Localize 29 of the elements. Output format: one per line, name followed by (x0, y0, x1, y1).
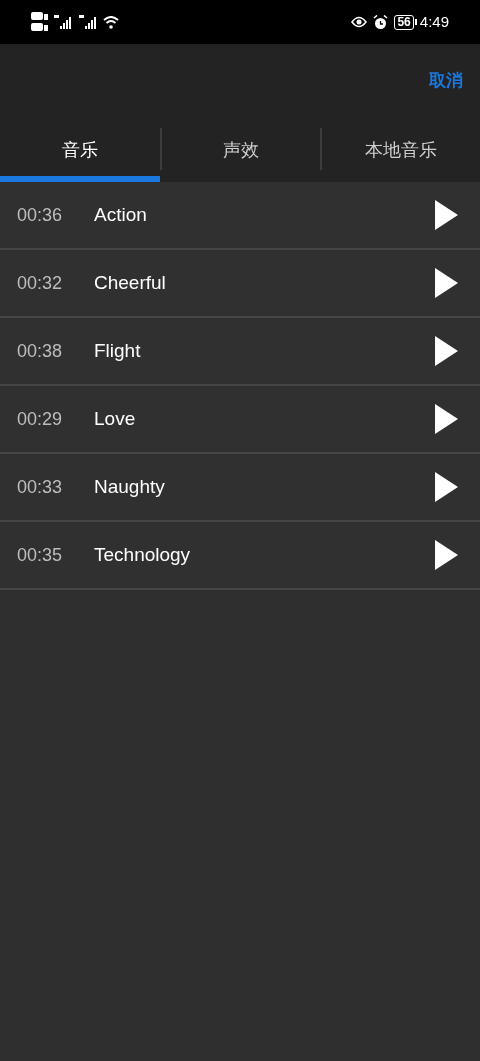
signal-icon (54, 15, 74, 29)
alarm-icon (373, 14, 389, 30)
track-title: Technology (94, 542, 192, 567)
play-icon[interactable] (435, 200, 458, 230)
eye-icon (351, 16, 368, 28)
track-duration: 00:29 (17, 407, 64, 431)
hd-icon (31, 11, 49, 33)
track-duration: 00:33 (17, 475, 64, 499)
track-duration: 00:38 (17, 339, 64, 363)
track-duration: 00:35 (17, 543, 64, 567)
play-icon[interactable] (435, 540, 458, 570)
signal-icon (79, 15, 99, 29)
tab[interactable]: 本地音乐 (322, 118, 480, 182)
track-title: Cheerful (94, 270, 167, 295)
play-icon[interactable] (435, 404, 458, 434)
play-icon[interactable] (435, 268, 458, 298)
wifi-icon (103, 15, 119, 29)
track-title: Naughty (94, 474, 166, 499)
cancel-button[interactable]: 取消 (429, 68, 463, 94)
tab[interactable]: 声效 (162, 118, 320, 182)
track-duration: 00:32 (17, 271, 64, 295)
track-title: Flight (94, 338, 142, 363)
track-title: Action (94, 202, 148, 227)
play-icon[interactable] (435, 336, 458, 366)
track-title: Love (94, 406, 137, 431)
track-duration: 00:36 (17, 203, 64, 227)
battery-level: 56 (394, 14, 414, 30)
play-icon[interactable] (435, 472, 458, 502)
clock-time: 4:49 (419, 11, 449, 32)
